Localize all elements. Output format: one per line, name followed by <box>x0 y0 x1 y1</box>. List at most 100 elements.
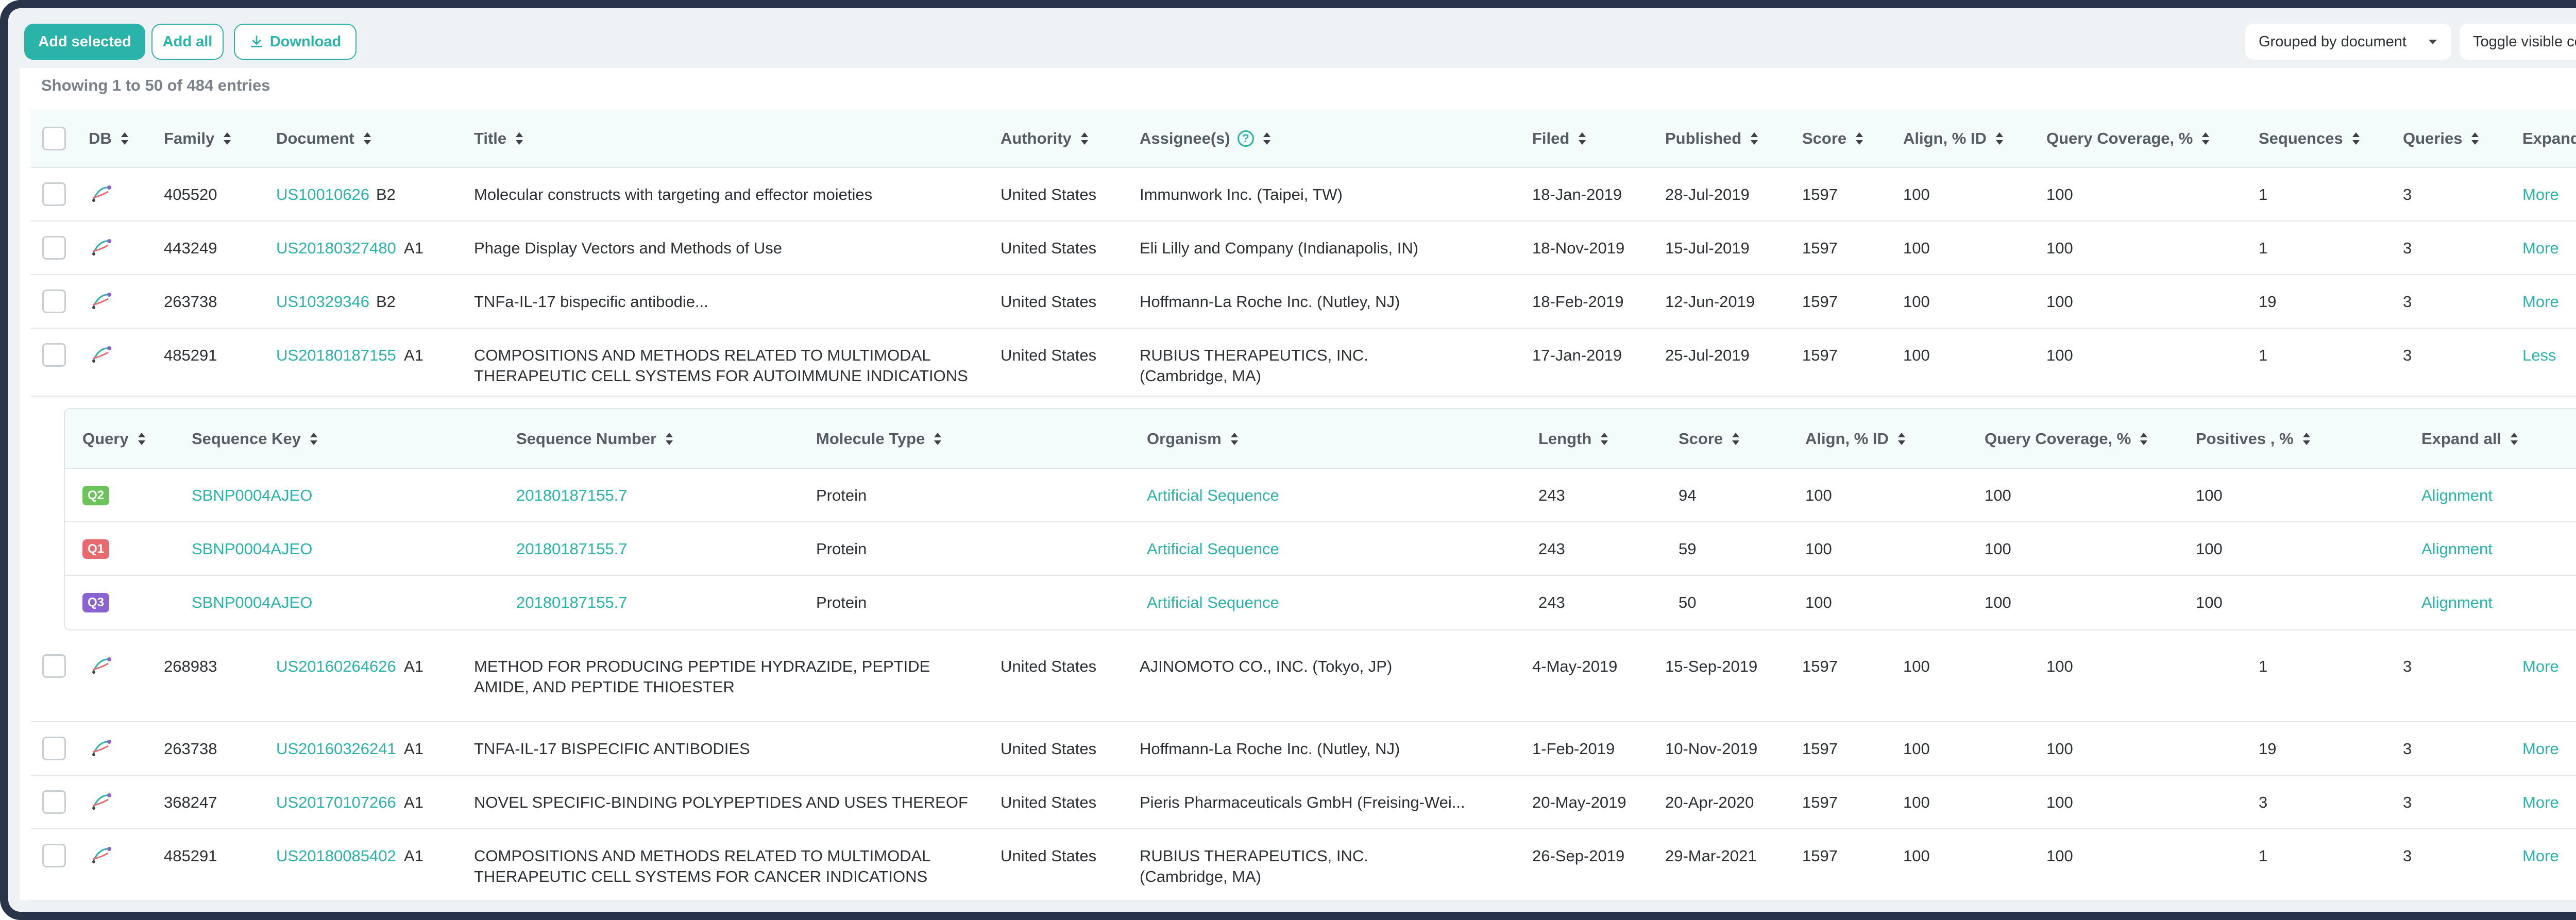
title-line-1: METHOD FOR PRODUCING PEPTIDE HYDRAZIDE, … <box>474 657 930 675</box>
expand-toggle-link[interactable]: More <box>2522 792 2559 813</box>
organism-link[interactable]: Artificial Sequence <box>1147 592 1279 613</box>
sequence-key-link[interactable]: SBNP0004AJEO <box>192 592 312 613</box>
coverage-cell: 100 <box>2046 239 2073 257</box>
table-row: 485291 US20180085402 A1 COMPOSITIONS AND… <box>31 829 2576 901</box>
sub-col-sequence-key[interactable]: Sequence Key <box>192 409 317 469</box>
col-sequences[interactable]: Sequences <box>2259 109 2360 168</box>
queries-cell: 3 <box>2403 185 2412 203</box>
row-checkbox[interactable] <box>42 654 66 678</box>
expand-toggle-link[interactable]: More <box>2522 238 2559 259</box>
document-link[interactable]: US20170107266 <box>276 792 396 813</box>
sub-align-cell: 100 <box>1805 486 1832 504</box>
family-cell: 368247 <box>164 793 217 811</box>
sub-score-cell: 94 <box>1679 486 1697 504</box>
sub-align-cell: 100 <box>1805 593 1832 611</box>
assignee-line-1: Hoffmann-La Roche Inc. (Nutley, NJ) <box>1140 740 1400 758</box>
col-score[interactable]: Score <box>1802 109 1863 168</box>
toggle-columns-dropdown[interactable]: Toggle visible columns <box>2460 24 2576 60</box>
group-by-dropdown[interactable]: Grouped by document <box>2245 24 2451 60</box>
select-all-checkbox[interactable] <box>42 127 66 150</box>
align-cell: 100 <box>1903 847 1930 865</box>
chevron-down-icon <box>2429 40 2437 44</box>
sub-col-expand-all[interactable]: Expand all <box>2421 409 2518 469</box>
col-document[interactable]: Document <box>276 109 371 168</box>
sequence-key-link[interactable]: SBNP0004AJEO <box>192 539 312 559</box>
organism-link[interactable]: Artificial Sequence <box>1147 485 1279 506</box>
organism-link[interactable]: Artificial Sequence <box>1147 539 1279 559</box>
expand-toggle-link[interactable]: Less <box>2522 345 2556 366</box>
sequence-key-link[interactable]: SBNP0004AJEO <box>192 485 312 506</box>
col-filed[interactable]: Filed <box>1532 109 1586 168</box>
table-row: 263738 US10329346 B2 TNFa-IL-17 bispecif… <box>31 275 2576 329</box>
col-family[interactable]: Family <box>164 109 231 168</box>
score-cell: 1597 <box>1802 185 1838 203</box>
expand-toggle-link[interactable]: More <box>2522 739 2559 759</box>
document-link[interactable]: US20180327480 <box>276 238 396 259</box>
sub-coverage-cell: 100 <box>1985 593 2011 611</box>
expand-toggle-link[interactable]: More <box>2522 846 2559 866</box>
row-checkbox[interactable] <box>42 737 66 760</box>
sequences-cell: 19 <box>2259 293 2277 311</box>
col-assignees[interactable]: Assignee(s)? <box>1140 109 1270 168</box>
alignment-link[interactable]: Alignment <box>2421 539 2493 559</box>
row-checkbox[interactable] <box>42 236 66 260</box>
document-link[interactable]: US10010626 <box>276 184 369 205</box>
table-row: 443249 US20180327480 A1 Phage Display Ve… <box>31 222 2576 275</box>
sub-col-query-coverage[interactable]: Query Coverage, % <box>1985 409 2148 469</box>
row-checkbox[interactable] <box>42 289 66 313</box>
sort-icon <box>666 433 673 445</box>
positives-cell: 100 <box>2196 486 2223 504</box>
sub-col-organism[interactable]: Organism <box>1147 409 1238 469</box>
family-cell: 485291 <box>164 847 217 865</box>
add-selected-button[interactable]: Add selected <box>24 24 145 60</box>
align-cell: 100 <box>1903 740 1930 758</box>
sub-score-cell: 59 <box>1679 540 1697 558</box>
document-kind: A1 <box>404 847 423 865</box>
sub-coverage-cell: 100 <box>1985 540 2011 558</box>
assignee-line-1: Eli Lilly and Company (Indianapolis, IN) <box>1140 239 1419 257</box>
assignee-line-1: Immunwork Inc. (Taipei, TW) <box>1140 185 1343 203</box>
sequence-number-link[interactable]: 20180187155.7 <box>516 485 628 506</box>
sort-icon <box>1897 433 1905 445</box>
expand-toggle-link[interactable]: More <box>2522 656 2559 677</box>
family-cell: 263738 <box>164 293 217 311</box>
add-all-button[interactable]: Add all <box>151 24 224 60</box>
queries-cell: 3 <box>2403 793 2412 811</box>
col-query-coverage[interactable]: Query Coverage, % <box>2046 109 2210 168</box>
sort-icon <box>1579 132 1586 145</box>
col-title[interactable]: Title <box>474 109 523 168</box>
sequence-number-link[interactable]: 20180187155.7 <box>516 592 628 613</box>
sub-col-length[interactable]: Length <box>1538 409 1608 469</box>
sub-col-positives[interactable]: Positives , % <box>2196 409 2310 469</box>
sub-col-sequence-number[interactable]: Sequence Number <box>516 409 673 469</box>
col-expand-all[interactable]: Expand all <box>2522 109 2576 168</box>
alignment-link[interactable]: Alignment <box>2421 485 2493 506</box>
alignment-link[interactable]: Alignment <box>2421 592 2493 613</box>
row-checkbox[interactable] <box>42 790 66 814</box>
download-button[interactable]: Download <box>234 24 357 60</box>
document-link[interactable]: US20160264626 <box>276 656 396 677</box>
document-link[interactable]: US20160326241 <box>276 739 396 759</box>
sub-col-score[interactable]: Score <box>1679 409 1740 469</box>
sequence-row: Q2 SBNP0004AJEO 20180187155.7 Protein Ar… <box>65 469 2576 522</box>
row-checkbox[interactable] <box>42 343 66 367</box>
col-db[interactable]: DB <box>89 109 128 168</box>
row-checkbox[interactable] <box>42 182 66 206</box>
col-published[interactable]: Published <box>1665 109 1758 168</box>
database-icon <box>89 845 114 865</box>
expand-toggle-link[interactable]: More <box>2522 292 2559 312</box>
document-link[interactable]: US20180187155 <box>276 345 396 366</box>
sort-icon <box>1263 132 1270 145</box>
row-checkbox[interactable] <box>42 844 66 867</box>
col-align-id[interactable]: Align, % ID <box>1903 109 2003 168</box>
sub-col-align-id[interactable]: Align, % ID <box>1805 409 1905 469</box>
sub-col-molecule-type[interactable]: Molecule Type <box>816 409 942 469</box>
expand-toggle-link[interactable]: More <box>2522 184 2559 205</box>
document-link[interactable]: US10329346 <box>276 292 369 312</box>
document-link[interactable]: US20180085402 <box>276 846 396 866</box>
sub-col-query[interactable]: Query <box>82 409 145 469</box>
col-queries[interactable]: Queries <box>2403 109 2479 168</box>
help-icon[interactable]: ? <box>1237 130 1254 147</box>
col-authority[interactable]: Authority <box>1001 109 1088 168</box>
sequence-number-link[interactable]: 20180187155.7 <box>516 539 628 559</box>
